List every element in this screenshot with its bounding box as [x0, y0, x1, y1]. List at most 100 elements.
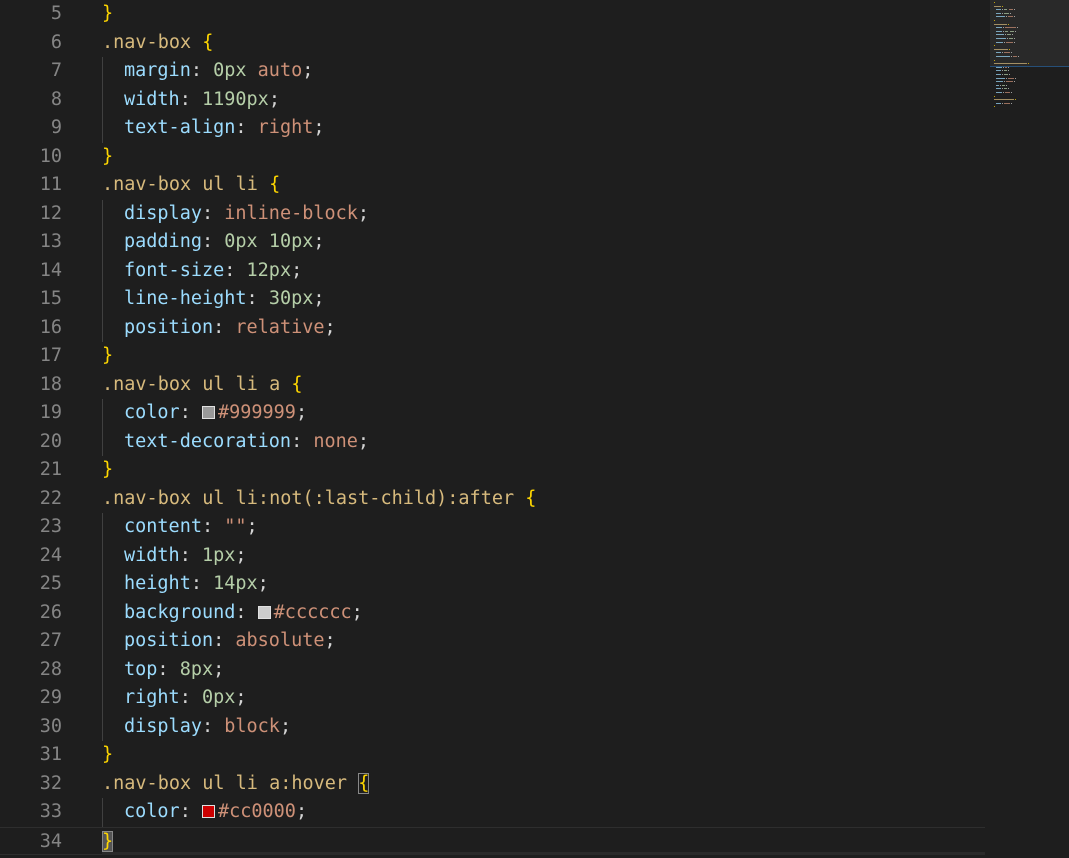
code-text[interactable]: line-height: 30px;: [124, 285, 325, 314]
code-token: font-size: [124, 259, 225, 281]
minimap-stroke: [1017, 27, 1018, 29]
code-text[interactable]: }: [102, 143, 113, 172]
code-line[interactable]: 31}: [0, 741, 990, 770]
minimap-stroke: [1011, 92, 1012, 93]
code-line[interactable]: 22 .nav-box ul li:not(:last-child):after …: [0, 485, 990, 514]
code-token: ;: [357, 202, 370, 224]
code-line[interactable]: 24 width: 1px;: [0, 541, 990, 571]
minimap-stroke: [1002, 9, 1003, 11]
code-line[interactable]: 19 color: #999999;: [0, 399, 990, 428]
code-line[interactable]: 27 position: absolute;: [0, 627, 990, 656]
code-token: ;: [257, 573, 269, 594]
code-text[interactable]: right: 0px;: [124, 684, 247, 713]
code-line[interactable]: 30 display: block;: [0, 712, 990, 742]
code-text[interactable]: }: [102, 456, 113, 485]
code-token: :: [179, 544, 202, 566]
code-text[interactable]: .nav-box ul li a:hover {: [102, 770, 370, 799]
code-line[interactable]: 18 .nav-box ul li a {: [0, 371, 990, 400]
minimap[interactable]: [990, 0, 1069, 858]
minimap-stroke: [1013, 56, 1017, 57]
minimap-stroke: [1003, 30, 1004, 32]
color-swatch-icon[interactable]: [201, 406, 215, 419]
code-line[interactable]: 16 position: relative;: [0, 313, 990, 343]
code-text[interactable]: color: #cc0000;: [124, 798, 307, 827]
code-text[interactable]: .nav-box ul li {: [102, 171, 280, 200]
code-text[interactable]: margin: 0px auto;: [124, 57, 313, 86]
code-token: 30px: [268, 288, 314, 309]
code-text[interactable]: display: inline-block;: [124, 200, 369, 229]
code-line[interactable]: 14 font-size: 12px;: [0, 256, 990, 286]
code-line[interactable]: 13 padding: 0px 10px;: [0, 228, 990, 257]
code-line[interactable]: 10}: [0, 143, 990, 172]
code-text[interactable]: }: [102, 0, 113, 29]
code-text[interactable]: .nav-box ul li:not(:last-child):after {: [102, 485, 536, 514]
code-token: background: [124, 601, 236, 623]
minimap-stroke: [1011, 52, 1012, 54]
minimap-stroke: [1002, 5, 1003, 7]
code-text[interactable]: position: absolute;: [124, 627, 336, 656]
code-text[interactable]: padding: 0px 10px;: [124, 228, 325, 257]
minimap-stroke: [994, 45, 995, 47]
code-line[interactable]: 8 width: 1190px;: [0, 85, 990, 115]
code-text[interactable]: top: 8px;: [124, 656, 224, 685]
code-token: 1px: [201, 544, 236, 566]
code-token: :: [190, 60, 214, 81]
code-text[interactable]: }: [102, 741, 113, 770]
code-text[interactable]: }: [102, 342, 113, 371]
code-text[interactable]: text-align: right;: [124, 114, 325, 143]
indent-guide: [102, 798, 103, 827]
line-number: 24: [39, 544, 62, 566]
code-text[interactable]: width: 1px;: [124, 542, 247, 571]
code-text[interactable]: .nav-box {: [102, 29, 213, 58]
code-text[interactable]: position: relative;: [124, 314, 336, 343]
code-token: .nav-box ul li a:hover: [102, 772, 359, 794]
code-text[interactable]: content: "";: [124, 513, 258, 542]
code-token: .nav-box ul li: [102, 174, 270, 195]
code-line[interactable]: 23 content: "";: [0, 513, 990, 542]
code-editor[interactable]: 5} 6 .nav-box {7 margin: 0px auto; 8 width: 1…: [0, 0, 1069, 858]
code-line[interactable]: 29 right: 0px;: [0, 684, 990, 713]
code-text[interactable]: color: #999999;: [124, 399, 307, 428]
line-number: 12: [39, 202, 62, 224]
code-text[interactable]: background: #cccccc;: [124, 599, 363, 628]
code-line[interactable]: 26 background: #cccccc;: [0, 598, 990, 628]
code-line[interactable]: 33 color: #cc0000;: [0, 798, 990, 827]
code-text[interactable]: width: 1190px;: [124, 86, 280, 115]
code-text[interactable]: text-decoration: none;: [124, 428, 369, 457]
color-swatch-icon[interactable]: [201, 805, 215, 818]
code-token: 8px: [179, 658, 214, 680]
code-text[interactable]: height: 14px;: [124, 570, 269, 599]
code-line[interactable]: 20 text-decoration: none;: [0, 427, 990, 457]
code-line[interactable]: 34}: [0, 826, 985, 855]
line-number: 21: [39, 459, 62, 480]
code-text[interactable]: font-size: 12px;: [124, 257, 302, 286]
code-token: :: [235, 601, 258, 623]
code-token: height: [124, 573, 191, 594]
minimap-stroke: [1005, 34, 1006, 36]
minimap-stroke: [1008, 66, 1009, 68]
code-token: ;: [357, 430, 370, 452]
code-line[interactable]: 9 text-align: right;: [0, 114, 990, 143]
minimap-stroke: [1014, 16, 1015, 18]
line-number: 25: [39, 573, 62, 594]
code-line[interactable]: 17}: [0, 342, 990, 371]
code-token: ;: [313, 231, 325, 252]
color-swatch-icon[interactable]: [257, 605, 271, 619]
code-line[interactable]: 15 line-height: 30px;: [0, 285, 990, 314]
indent-guide: [102, 427, 103, 456]
code-line[interactable]: 11 .nav-box ul li {: [0, 171, 990, 200]
minimap-stroke: [1018, 56, 1019, 57]
code-line[interactable]: 25 height: 14px;: [0, 570, 990, 599]
code-line[interactable]: 6 .nav-box {: [0, 29, 990, 58]
code-text[interactable]: .nav-box ul li a {: [102, 371, 303, 400]
horizontal-scrollbar[interactable]: [102, 852, 985, 855]
code-line[interactable]: 5}: [0, 0, 990, 29]
code-line[interactable]: 28 top: 8px;: [0, 655, 990, 685]
code-line[interactable]: 12 display: inline-block;: [0, 199, 990, 229]
code-text[interactable]: display: block;: [124, 713, 291, 742]
code-line[interactable]: 7 margin: 0px auto;: [0, 57, 990, 86]
minimap-stroke: [996, 9, 1001, 11]
code-line[interactable]: 21}: [0, 456, 990, 485]
code-line[interactable]: 32 .nav-box ul li a:hover {: [0, 770, 990, 799]
code-token: :: [157, 658, 180, 680]
